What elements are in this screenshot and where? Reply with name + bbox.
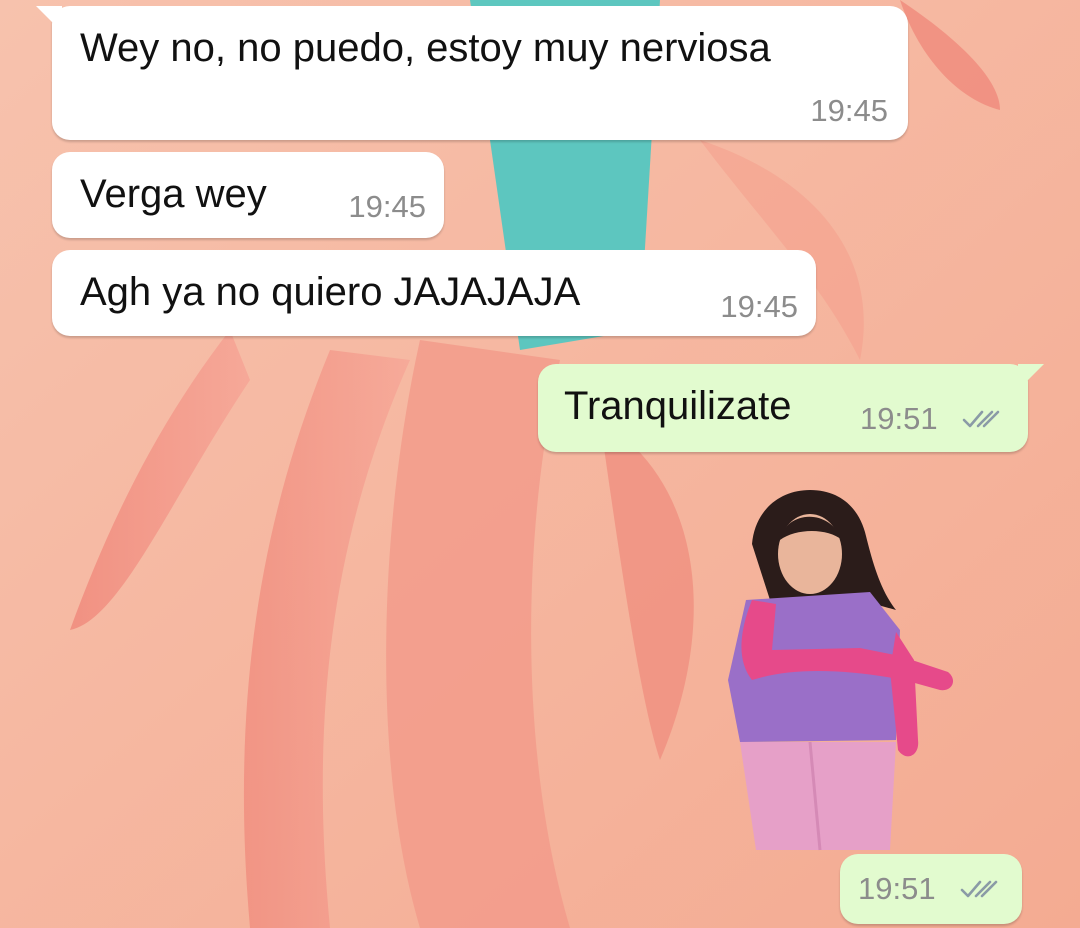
message-timestamp: 19:45 — [810, 93, 888, 128]
message-text: Wey no, no puedo, estoy muy nerviosa — [80, 26, 771, 70]
message-timestamp: 19:51 — [860, 401, 938, 436]
incoming-message[interactable]: Wey no, no puedo, estoy muy nerviosa 19:… — [36, 6, 908, 140]
read-double-check-icon — [962, 410, 1000, 428]
read-double-check-icon — [960, 880, 998, 898]
message-text: Agh ya no quiero JAJAJAJA — [80, 270, 581, 314]
message-timestamp: 19:45 — [720, 289, 798, 324]
message-timestamp: 19:45 — [348, 189, 426, 224]
bubble-tail — [1018, 364, 1044, 390]
message-text: Verga wey — [80, 172, 267, 216]
outgoing-sticker-timestamp-bubble: 19:51 — [840, 854, 1022, 924]
message-timestamp: 19:51 — [858, 871, 936, 906]
incoming-message[interactable]: Verga wey 19:45 — [52, 152, 444, 238]
dancing-girl-sticker[interactable] — [700, 480, 980, 865]
incoming-message[interactable]: Agh ya no quiero JAJAJAJA 19:45 — [52, 250, 816, 336]
bubble-tail — [36, 6, 62, 32]
outgoing-message[interactable]: Tranquilizate 19:51 — [538, 364, 1044, 452]
message-text: Tranquilizate — [564, 384, 792, 428]
